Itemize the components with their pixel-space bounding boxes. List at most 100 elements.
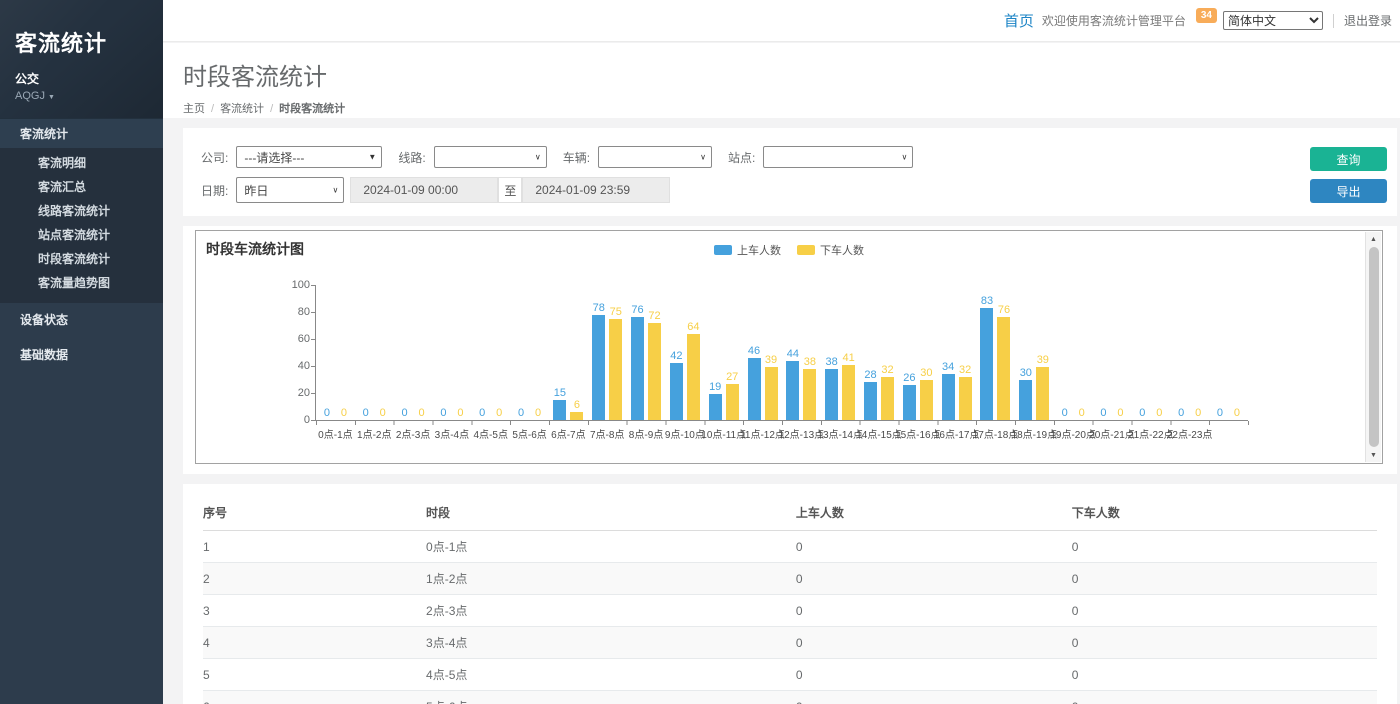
bar[interactable] [881, 377, 894, 420]
y-tick-mark [311, 339, 315, 340]
sidebar-group-0[interactable]: 客流统计 [0, 118, 163, 148]
scroll-down-icon[interactable]: ▼ [1366, 448, 1382, 462]
bar-column: 0 [532, 285, 545, 420]
bar[interactable] [942, 374, 955, 420]
bar-column: 0 [476, 285, 489, 420]
station-select[interactable]: ∨ [763, 146, 913, 168]
bar-group-23: 0023点-24点 [1209, 285, 1248, 420]
bar-column: 0 [1058, 285, 1071, 420]
line-select[interactable]: ∨ [434, 146, 547, 168]
table-row: 65点-6点00 [203, 691, 1377, 704]
bar-value-label: 32 [881, 364, 893, 376]
sidebar-group-1[interactable]: 设备状态 [0, 303, 163, 338]
table-cell: 1 [203, 531, 426, 563]
table-body: 10点-1点0021点-2点0032点-3点0043点-4点0054点-5点00… [203, 531, 1377, 704]
bar[interactable] [609, 319, 622, 420]
bar-value-label: 38 [826, 356, 838, 368]
bar[interactable] [997, 317, 1010, 420]
table-cell: 0 [796, 563, 1072, 595]
page-title: 时段客流统计 [183, 57, 1400, 92]
bar-column: 0 [1075, 285, 1088, 420]
query-button[interactable]: 查询 [1310, 147, 1387, 171]
sidebar-item-3[interactable]: 站点客流统计 [0, 223, 163, 247]
logout-link[interactable]: 退出登录 [1344, 12, 1392, 29]
notification-badge[interactable]: 34 [1196, 8, 1217, 23]
bar-value-label: 0 [1117, 407, 1123, 419]
hourly-stats-table: 序号时段上车人数下车人数 10点-1点0021点-2点0032点-3点0043点… [203, 496, 1377, 704]
y-tick-label: 60 [278, 333, 310, 345]
chart-scrollbar[interactable]: ▲ ▼ [1365, 232, 1381, 462]
bar-value-label: 0 [1100, 407, 1106, 419]
bar-column: 39 [765, 285, 778, 420]
bar[interactable] [553, 400, 566, 420]
bar-column: 64 [687, 285, 700, 420]
breadcrumb-section[interactable]: 客流统计 [220, 103, 264, 115]
bar-column: 0 [415, 285, 428, 420]
bar[interactable] [709, 394, 722, 420]
bar-column: 44 [786, 285, 799, 420]
bar[interactable] [648, 323, 661, 420]
bar[interactable] [687, 334, 700, 420]
bar[interactable] [903, 385, 916, 420]
bar-value-label: 39 [765, 354, 777, 366]
bar-value-label: 0 [440, 407, 446, 419]
bar[interactable] [570, 412, 583, 420]
user-menu[interactable]: AQGJ▼ [15, 90, 163, 102]
y-tick-label: 40 [278, 360, 310, 372]
bar[interactable] [786, 361, 799, 420]
x-tick-label: 4点-5点 [473, 426, 507, 441]
scrollbar-thumb[interactable] [1369, 247, 1379, 447]
bar[interactable] [842, 365, 855, 420]
bar[interactable] [1019, 380, 1032, 421]
vehicle-select[interactable]: ∨ [598, 146, 712, 168]
date-preset-select[interactable]: 昨日 ∨ [236, 177, 344, 203]
legend-swatch-yellow [797, 245, 815, 255]
sidebar-item-2[interactable]: 线路客流统计 [0, 199, 163, 223]
bar[interactable] [1036, 367, 1049, 420]
date-to-input[interactable]: 2024-01-09 23:59 [522, 177, 670, 203]
export-button[interactable]: 导出 [1310, 179, 1387, 203]
bar[interactable] [592, 315, 605, 420]
bar-group-7: 78757点-8点 [588, 285, 627, 420]
bar[interactable] [803, 369, 816, 420]
sidebar-item-1[interactable]: 客流汇总 [0, 175, 163, 199]
bar-series: 000点-1点001点-2点002点-3点003点-4点004点-5点005点-… [316, 285, 1248, 420]
date-from-input[interactable]: 2024-01-09 00:00 [350, 177, 498, 203]
table-cell: 0 [1072, 659, 1377, 691]
table-header-cell: 上车人数 [796, 496, 1072, 531]
x-axis-ticks [316, 421, 1249, 425]
x-tick-label: 5点-6点 [512, 426, 546, 441]
bar[interactable] [765, 367, 778, 420]
bar[interactable] [980, 308, 993, 420]
bar[interactable] [726, 384, 739, 420]
chart-legend: 上车人数 下车人数 [196, 242, 1382, 258]
bar-column: 0 [1230, 285, 1243, 420]
bar[interactable] [864, 382, 877, 420]
bar[interactable] [748, 358, 761, 420]
language-select[interactable]: 简体中文 [1223, 11, 1323, 30]
bar-column: 41 [842, 285, 855, 420]
bar[interactable] [631, 317, 644, 420]
y-tick-label: 20 [278, 387, 310, 399]
bar[interactable] [920, 380, 933, 421]
sidebar-logo-area: 客流统计 公交 AQGJ▼ [0, 0, 163, 118]
bar-value-label: 0 [496, 407, 502, 419]
bar[interactable] [959, 377, 972, 420]
y-tick-label: 80 [278, 306, 310, 318]
table-header-cell: 下车人数 [1072, 496, 1377, 531]
sidebar-item-4[interactable]: 时段客流统计 [0, 247, 163, 271]
home-link[interactable]: 首页 [1004, 10, 1034, 31]
table-cell: 0 [1072, 691, 1377, 704]
scroll-up-icon[interactable]: ▲ [1366, 232, 1382, 246]
sidebar-group-2[interactable]: 基础数据 [0, 338, 163, 373]
company-select[interactable]: ---请选择--- ▼ [236, 146, 382, 168]
legend-label: 下车人数 [820, 242, 864, 258]
line-label: 线路: [398, 149, 425, 166]
sidebar-item-0[interactable]: 客流明细 [0, 151, 163, 175]
bar[interactable] [670, 363, 683, 420]
bar[interactable] [825, 369, 838, 420]
breadcrumb-home[interactable]: 主页 [183, 103, 205, 115]
bar-group-11: 463911点-12点 [743, 285, 782, 420]
bar-group-19: 0019点-20点 [1054, 285, 1093, 420]
sidebar-item-5[interactable]: 客流量趋势图 [0, 271, 163, 295]
